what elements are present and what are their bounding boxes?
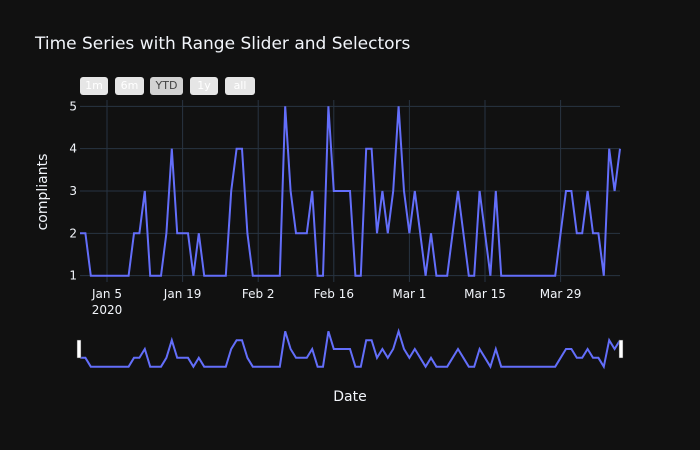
x-tick-label: Feb 16 <box>314 287 354 301</box>
chart-canvas: 1 2 3 4 5 Jan 5 2020 Jan 19 Feb 2 Feb 16 Mar 1 Mar… <box>35 99 624 405</box>
x-tick-label: Jan 19 <box>163 287 202 301</box>
x-axis-title: Date <box>333 389 366 405</box>
y-axis: 1 2 3 4 5 <box>69 99 77 282</box>
x-tick-label: Feb 2 <box>242 287 275 301</box>
range-slider-line <box>80 327 621 370</box>
x-tick-label: Mar 1 <box>392 287 426 301</box>
y-tick-label: 5 <box>69 99 77 113</box>
x-axis: Jan 5 2020 Jan 19 Feb 2 Feb 16 Mar 1 Mar 15 Mar… <box>91 287 581 317</box>
y-tick-label: 3 <box>69 184 77 198</box>
x-tick-label: Mar 29 <box>540 287 582 301</box>
y-axis-title: compliants <box>35 154 51 231</box>
range-slider[interactable] <box>76 327 624 370</box>
x-tick-label: Mar 15 <box>464 287 506 301</box>
range-slider-left-handle[interactable] <box>76 339 82 359</box>
y-tick-label: 2 <box>69 226 77 240</box>
y-tick-label: 4 <box>69 142 77 156</box>
x-tick-year-label: 2020 <box>92 303 123 317</box>
x-tick-label: Jan 5 <box>91 287 122 301</box>
y-tick-label: 1 <box>69 269 77 283</box>
range-slider-right-handle[interactable] <box>618 339 624 359</box>
